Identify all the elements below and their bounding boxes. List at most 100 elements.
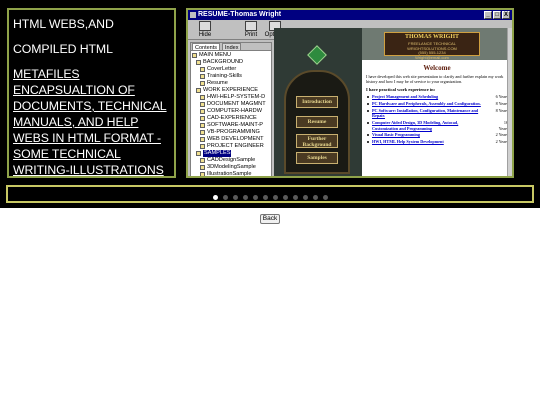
slide-pagination xyxy=(0,195,540,201)
experience-years: 8 Years xyxy=(495,107,508,113)
back-button[interactable]: Back xyxy=(260,214,280,224)
tree-item-label: COMPUTER-HARDW xyxy=(207,108,263,114)
tree-item-label: CADDesignSample xyxy=(207,157,256,163)
experience-years: 2 Years xyxy=(495,132,508,138)
book-icon xyxy=(200,67,205,72)
diamond-ornament-icon xyxy=(307,45,327,65)
tree-item: 3DModelingSample xyxy=(192,164,271,171)
experience-years: 8 Years xyxy=(495,100,508,106)
experience-years: 6 Years xyxy=(495,94,508,99)
pagination-dot[interactable] xyxy=(212,195,218,200)
book-icon xyxy=(196,151,201,156)
site-header: THOMAS WRIGHT FREELANCE TECHNICAL WRIGHT… xyxy=(362,28,512,60)
tree-item-label: CoverLetter xyxy=(207,66,237,72)
tree-item: WORK EXPERIENCE xyxy=(192,87,271,94)
tree-item-label: VB-PROGRAMMING xyxy=(207,129,260,135)
pagination-dot[interactable] xyxy=(222,195,228,200)
book-icon xyxy=(200,116,205,121)
nav-introduction: Introduction xyxy=(296,96,338,108)
book-icon xyxy=(192,53,197,58)
tree-item-label: CAD-EXPERIENCE xyxy=(207,115,257,121)
experience-item: HWI, HTML Help System Development 2 Years xyxy=(367,139,508,145)
book-icon xyxy=(200,137,205,142)
tree-item-label: IllustrationSample xyxy=(207,171,252,177)
experience-topic: Visual Basic Programming xyxy=(372,132,420,138)
tree-item: CADDesignSample xyxy=(192,157,271,164)
tree-item-label: DOCUMENT MAGMNT xyxy=(207,101,266,107)
experience-years: 16 Years xyxy=(498,120,508,131)
intro-text: I have developed this web site presentat… xyxy=(366,74,504,84)
pagination-dot[interactable] xyxy=(282,195,288,200)
site-nav-column: Introduction Resume Further Background S… xyxy=(274,28,362,176)
toolbar-print: Print xyxy=(238,21,264,38)
toolbar-label: Print xyxy=(244,32,258,38)
tree-item-label: HWI-HELP-SYSTEM-D xyxy=(207,94,266,100)
nav-further-background: Further Background xyxy=(296,134,338,148)
slideshow-stage: HTML WEBS,AND COMPILED HTML METAFILES EN… xyxy=(0,0,540,208)
nav-resume: Resume xyxy=(296,116,338,128)
pagination-dot[interactable] xyxy=(292,195,298,200)
window-title: RESUME-Thomas Wright xyxy=(198,11,282,18)
experience-item: Project Management and Scheduling 6 Years xyxy=(367,94,508,99)
contents-tree: MAIN MENU BACKGROUND CoverLetter Training-S… xyxy=(191,51,271,177)
slide-text-line: METAFILES ENCAPSUALTION OF DOCUMENTS, TE… xyxy=(13,67,167,177)
book-icon xyxy=(200,165,205,170)
slide-text-line: COMPILED HTML xyxy=(13,42,113,56)
tree-item-label: SAMPLES xyxy=(203,150,232,157)
book-icon xyxy=(200,95,205,100)
pagination-dot[interactable] xyxy=(242,195,248,200)
tree-tabs: Contents Index xyxy=(191,43,271,51)
book-icon xyxy=(200,109,205,114)
pagination-dot[interactable] xyxy=(312,195,318,200)
tree-item: CoverLetter xyxy=(192,66,271,73)
tree-item-label: 3DModelingSample xyxy=(207,164,256,170)
experience-topic: PC Software: Installation, Configuration… xyxy=(372,107,479,119)
help-content-pane: Introduction Resume Further Background S… xyxy=(274,28,512,176)
book-icon xyxy=(196,88,201,93)
tree-item-label: WORK EXPERIENCE xyxy=(203,87,259,93)
tree-item: VB-PROGRAMMING xyxy=(192,129,271,136)
toolbar-label: Hide xyxy=(198,32,212,38)
book-icon xyxy=(200,81,205,86)
experience-topic: HWI, HTML Help System Development xyxy=(372,139,444,145)
experience-heading: I have practical work experience in: xyxy=(366,87,436,92)
toolbar-hide: Hide xyxy=(192,21,218,38)
welcome-heading: Welcome xyxy=(423,64,451,72)
book-icon xyxy=(200,172,205,176)
experience-item: PC Software: Installation, Configuration… xyxy=(367,107,508,119)
pagination-dot[interactable] xyxy=(302,195,308,200)
tree-item-label: SOFTWARE-MAINT-P xyxy=(207,122,264,128)
experience-list: Project Management and Scheduling 6 Years… xyxy=(362,94,512,145)
tree-item: WEB DEVELOPMENT xyxy=(192,136,271,143)
nav-samples: Samples xyxy=(296,152,338,164)
tree-item: SAMPLES xyxy=(192,150,271,157)
tree-item-label: MAIN MENU xyxy=(199,52,232,58)
pagination-dot[interactable] xyxy=(232,195,238,200)
pagination-dot[interactable] xyxy=(262,195,268,200)
contents-tree-pane: Contents Index MAIN MENU BACKGROUND CoverL… xyxy=(190,42,272,177)
book-icon xyxy=(200,130,205,135)
tree-item: IllustrationSample xyxy=(192,171,271,177)
tree-item: DOCUMENT MAGMNT xyxy=(192,101,271,108)
maximize-icon: □ xyxy=(493,11,501,19)
pagination-dot[interactable] xyxy=(252,195,258,200)
tab-index: Index xyxy=(222,43,242,51)
experience-item: Computer Aided Design, 3D Modeling, Auto… xyxy=(367,120,508,131)
experience-topic: PC Hardware and Peripherals, Assembly an… xyxy=(372,100,481,106)
tree-item: MAIN MENU xyxy=(192,52,271,59)
book-icon xyxy=(200,74,205,79)
hide-icon xyxy=(199,21,211,31)
app-icon xyxy=(190,12,196,18)
tree-item-label: Training-Skills xyxy=(207,73,242,79)
slide-screenshot: RESUME-Thomas Wright _ □ X Hide Print Op… xyxy=(186,8,514,178)
book-icon xyxy=(196,60,201,65)
tree-item: PROJECT ENGINEER xyxy=(192,143,271,150)
book-icon xyxy=(200,102,205,107)
tree-item: Resume xyxy=(192,80,271,87)
experience-item: PC Hardware and Peripherals, Assembly an… xyxy=(367,100,508,106)
slide-text-panel: HTML WEBS,AND COMPILED HTML METAFILES EN… xyxy=(7,8,176,178)
pagination-dot[interactable] xyxy=(322,195,328,200)
pagination-dot[interactable] xyxy=(272,195,278,200)
window-title-bar: RESUME-Thomas Wright _ □ X xyxy=(188,10,512,20)
minimize-icon: _ xyxy=(484,11,492,19)
